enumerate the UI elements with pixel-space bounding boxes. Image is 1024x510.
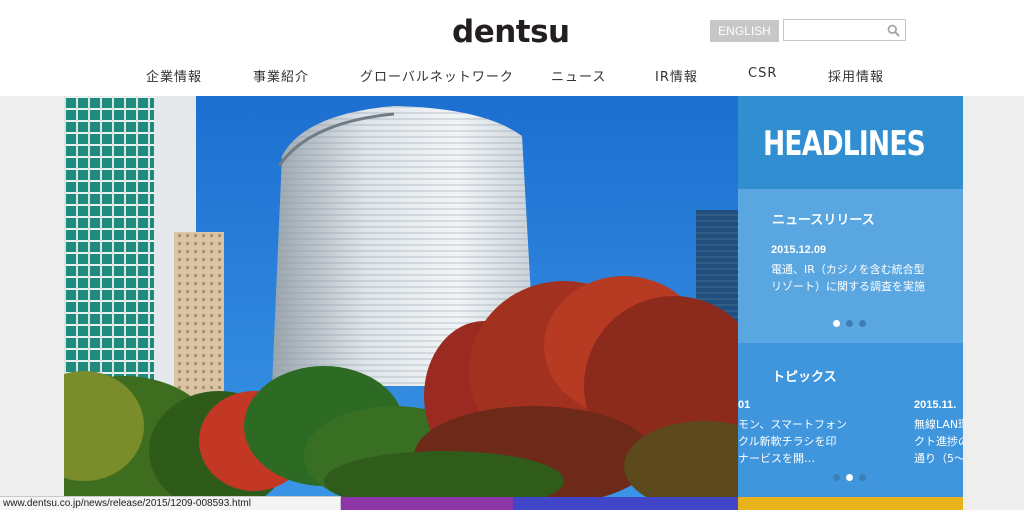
nav-item-csr[interactable]: CSR — [748, 66, 777, 81]
nav-item-recruit[interactable]: 採用情報 — [828, 66, 884, 85]
bottom-tile-indigo[interactable] — [513, 497, 738, 510]
nav-item-ir[interactable]: IR情報 — [655, 66, 698, 85]
hero-photo[interactable] — [64, 96, 738, 497]
headlines-title: HEADLINES — [762, 124, 926, 164]
search-input[interactable] — [784, 20, 892, 40]
topics-pager-dot-2[interactable] — [846, 474, 853, 481]
topic-1-line-2[interactable]: クル新軟チラシを印 — [738, 433, 836, 450]
topics-pager-dot-3[interactable] — [859, 474, 866, 481]
news-text-line-1[interactable]: 電通、IR（カジノを含む統合型 — [771, 261, 925, 278]
search-icon[interactable] — [887, 24, 900, 37]
news-release-title: ニュースリリース — [772, 213, 875, 228]
topic-2-line-3[interactable]: 通り（5〜 — [914, 450, 963, 467]
topics-pager-dot-1[interactable] — [833, 474, 840, 481]
news-pager-dot-2[interactable] — [846, 320, 853, 327]
site-header: dentsu ENGLISH 企業情報 事業紹介 グローバルネットワーク ニュー… — [0, 0, 1024, 96]
news-release-section[interactable]: ニュースリリース 2015.12.09 電通、IR（カジノを含む統合型 リゾート… — [738, 189, 963, 343]
hero-cityscape-image — [64, 96, 738, 497]
topic-1-line-1[interactable]: モン、スマートフォン — [738, 416, 847, 433]
news-pager-dot-1[interactable] — [833, 320, 840, 327]
topic-2-line-2[interactable]: クト進捗の — [914, 433, 963, 450]
topic-1-date: 01 — [738, 399, 751, 411]
news-text-line-2[interactable]: リゾート）に関する調査を実施 — [771, 278, 925, 295]
nav-item-news[interactable]: ニュース — [551, 66, 606, 85]
nav-item-global-network[interactable]: グローバルネットワーク — [360, 66, 514, 85]
topic-2-date: 2015.11. — [914, 399, 957, 411]
bottom-tile-yellow[interactable] — [738, 497, 963, 510]
news-pager-dot-3[interactable] — [859, 320, 866, 327]
news-date: 2015.12.09 — [771, 244, 827, 256]
dentsu-logo[interactable]: dentsu — [452, 14, 570, 50]
topics-section[interactable]: トピックス 01 モン、スマートフォン クル新軟チラシを印 ナービスを開… 20… — [738, 343, 963, 497]
topics-title: トピックス — [772, 370, 837, 385]
nav-item-business[interactable]: 事業紹介 — [253, 66, 309, 85]
topic-1-line-3[interactable]: ナービスを開… — [738, 450, 815, 467]
bottom-tile-purple[interactable] — [341, 497, 513, 510]
status-bar-url: www.dentsu.co.jp/news/release/2015/1209-… — [0, 496, 341, 510]
headlines-panel: HEADLINES ニュースリリース 2015.12.09 電通、IR（カジノを… — [738, 96, 963, 497]
english-button[interactable]: ENGLISH — [710, 20, 779, 42]
global-nav: 企業情報 事業紹介 グローバルネットワーク ニュース IR情報 CSR 採用情報 — [0, 66, 1024, 88]
headlines-header: HEADLINES — [738, 96, 963, 189]
nav-item-company[interactable]: 企業情報 — [146, 66, 202, 85]
search-box — [783, 19, 906, 41]
topic-2-line-1[interactable]: 無線LAN環 — [914, 416, 963, 433]
